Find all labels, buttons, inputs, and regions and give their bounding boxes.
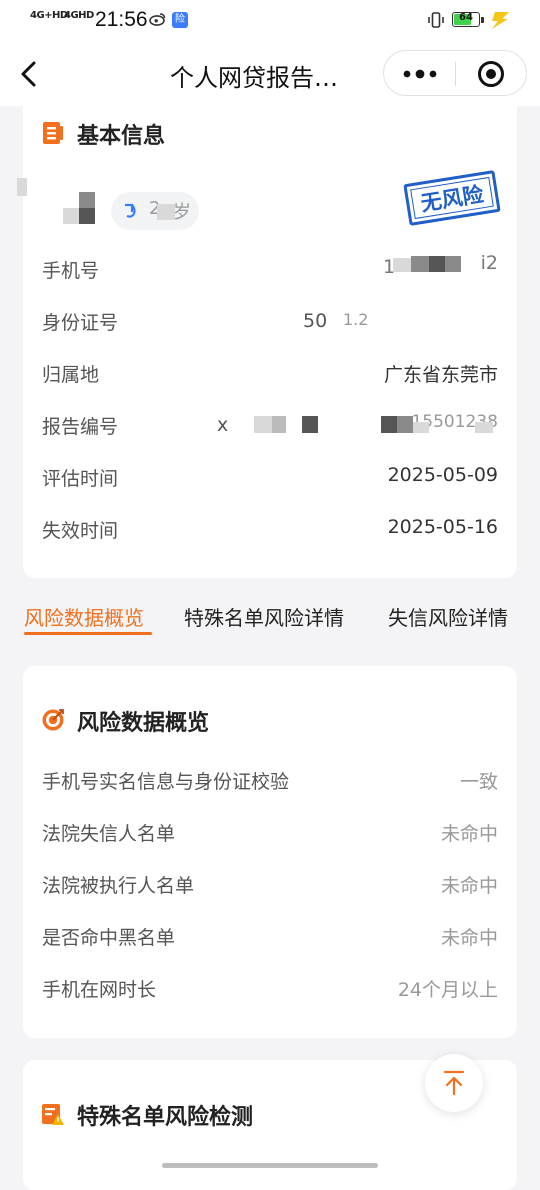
age-redaction (157, 204, 175, 220)
scroll-to-top-button[interactable] (425, 1054, 483, 1112)
name-redaction (79, 192, 95, 208)
overview-row-value: 一致 (459, 771, 498, 793)
expire-time-label: 失效时间 (42, 520, 119, 542)
battery-tip (481, 17, 484, 23)
overview-row-label: 法院被执行人名单 (42, 875, 195, 897)
page-title: 个人网贷报告… (170, 64, 338, 92)
overview-row-value: 未命中 (440, 927, 498, 949)
basic-info-card: 基本信息 2 岁 无风险 手机号 1 i2 身份证号 50 1.2 归属地 广东… (17, 106, 517, 578)
overview-row-value: 未命中 (440, 823, 498, 845)
assess-time-value: 2025-05-09 (387, 464, 498, 486)
capsule-divider (455, 62, 456, 86)
name-redaction (79, 208, 95, 224)
name-redaction (63, 208, 79, 224)
phone-label: 手机号 (42, 260, 100, 282)
charging-icon (492, 12, 509, 29)
battery-percentage: 64 (459, 12, 473, 23)
app-notification-icon: 险 (172, 12, 188, 28)
network-indicator-1: 4G+HD (30, 10, 68, 21)
more-dots-icon[interactable] (400, 61, 440, 87)
expire-time-value: 2025-05-16 (387, 516, 498, 538)
report-tabs: 风险数据概览 特殊名单风险详情 失信风险详情 (0, 596, 540, 644)
report-redaction (413, 422, 429, 433)
status-time: 21:56 (95, 8, 148, 31)
report-number-label: 报告编号 (42, 416, 119, 438)
close-miniprogram-icon[interactable] (476, 59, 506, 89)
stamp-text: 无风险 (419, 182, 486, 216)
report-number-head: x (217, 414, 229, 436)
risk-stamp: 无风险 (403, 170, 501, 226)
assess-time-label: 评估时间 (42, 468, 119, 490)
report-redaction (272, 416, 286, 433)
overview-row-value: 未命中 (440, 875, 498, 897)
report-redaction (302, 416, 318, 433)
special-list-title: 特殊名单风险检测 (77, 1105, 254, 1130)
report-redaction (475, 422, 493, 433)
arrow-up-icon (443, 1070, 465, 1096)
tab-risk-overview[interactable]: 风险数据概览 (24, 602, 144, 631)
overview-row-value: 24个月以上 (397, 979, 498, 1001)
status-bar: 4G+HD 4GHD 21:56 险 64 (0, 0, 540, 42)
report-redaction (381, 416, 397, 433)
tab-special-list-detail[interactable]: 特殊名单风险详情 (184, 602, 344, 631)
phone-visible-tail: i2 (480, 252, 498, 274)
overview-row-label: 是否命中黑名单 (42, 927, 176, 949)
warning-list-icon (42, 1104, 64, 1125)
risk-overview-card: 风险数据概览 手机号实名信息与身份证校验 一致 法院失信人名单 未命中 法院被执… (23, 666, 517, 1038)
tab-dishonest-detail[interactable]: 失信风险详情 (388, 602, 508, 631)
vibrate-icon (428, 12, 444, 28)
document-list-icon (43, 122, 63, 144)
location-label: 归属地 (42, 364, 100, 386)
overview-row-label: 手机在网时长 (42, 979, 157, 1001)
overview-row-label: 手机号实名信息与身份证校验 (42, 771, 290, 793)
navigation-bar: 个人网贷报告… (0, 42, 540, 106)
weibo-icon (149, 13, 166, 26)
id-visible-mid: 1.2 (343, 310, 369, 329)
phone-redaction (411, 256, 429, 272)
phone-redaction (445, 256, 461, 272)
back-icon[interactable] (14, 56, 46, 92)
phone-redaction (429, 256, 445, 272)
overview-row-label: 法院失信人名单 (42, 823, 176, 845)
risk-overview-title: 风险数据概览 (77, 711, 210, 736)
basic-info-title: 基本信息 (77, 124, 166, 149)
gender-age-tag: 2 岁 (111, 192, 199, 230)
location-value: 广东省东莞市 (383, 364, 498, 386)
network-indicator-2: 4GHD (64, 10, 94, 21)
active-tab-indicator (24, 632, 152, 635)
report-redaction (397, 416, 413, 433)
id-number-label: 身份证号 (42, 312, 119, 334)
male-gender-icon (125, 203, 136, 218)
name-redaction (17, 178, 27, 196)
battery-icon: 64 (452, 12, 480, 27)
id-visible-head: 50 (303, 310, 328, 332)
phone-redaction (393, 258, 411, 272)
home-indicator[interactable] (162, 1163, 378, 1168)
miniprogram-capsule (383, 50, 527, 96)
id-redaction (373, 316, 493, 324)
target-icon (42, 709, 64, 731)
age-unit: 岁 (173, 202, 191, 223)
report-redaction (254, 416, 272, 433)
